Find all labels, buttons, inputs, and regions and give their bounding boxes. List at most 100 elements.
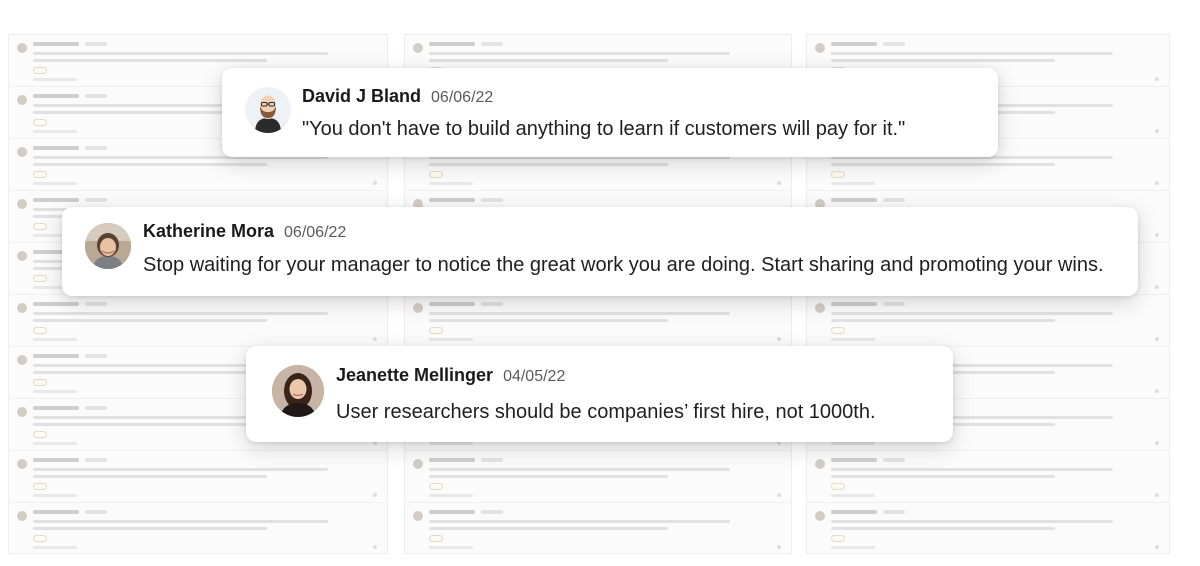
- background-post-react: [33, 275, 47, 282]
- background-post-more: [1155, 233, 1159, 237]
- background-post-reply: [33, 130, 77, 133]
- background-post-name: [33, 302, 79, 306]
- background-post-more: [1155, 129, 1159, 133]
- background-post-avatar: [413, 459, 423, 469]
- background-post-reply: [33, 338, 77, 341]
- background-post-name: [831, 198, 877, 202]
- quote-author: Katherine Mora 06/06/22: [143, 221, 347, 241]
- quote-text: "You don't have to build anything to lea…: [302, 118, 906, 140]
- background-post-more: [373, 181, 377, 185]
- background-post-more: [777, 545, 781, 549]
- background-post-date: [481, 198, 503, 202]
- background-post-date: [883, 42, 905, 46]
- background-post: [807, 295, 1169, 347]
- background-post-more: [1155, 389, 1159, 393]
- background-post-react: [429, 327, 443, 334]
- background-post-line: [33, 52, 328, 55]
- background-post-avatar: [17, 199, 27, 209]
- background-post-name: [831, 458, 877, 462]
- background-post-react: [429, 483, 443, 490]
- background-post-name: [33, 510, 79, 514]
- background-post-line: [33, 475, 268, 478]
- background-post-avatar: [17, 355, 27, 365]
- background-post-react: [831, 535, 845, 542]
- background-post-avatar: [815, 43, 825, 53]
- background-post-date: [85, 94, 107, 98]
- background-post-more: [1155, 285, 1159, 289]
- background-post-more: [1155, 77, 1159, 81]
- background-post-more: [1155, 493, 1159, 497]
- background-post-reply: [33, 78, 77, 81]
- background-post-date: [85, 406, 107, 410]
- background-post-date: [85, 302, 107, 306]
- background-post-more: [1155, 545, 1159, 549]
- quote-card: David J Bland 06/06/22 "You don't have to…: [222, 68, 998, 157]
- background-post-line: [33, 163, 268, 166]
- background-post-avatar: [17, 147, 27, 157]
- background-post: [405, 295, 791, 347]
- background-post-reply: [831, 494, 875, 497]
- background-post-line: [33, 468, 328, 471]
- background-post-more: [1155, 441, 1159, 445]
- background-post-name: [33, 354, 79, 358]
- background-post-line: [429, 319, 669, 322]
- background-post-name: [33, 458, 79, 462]
- background-post-date: [481, 510, 503, 514]
- background-post-avatar: [815, 459, 825, 469]
- woman-photo-avatar: [85, 223, 131, 269]
- background-post-reply: [429, 494, 473, 497]
- background-post-avatar: [815, 303, 825, 313]
- background-post-name: [429, 198, 475, 202]
- background-post-avatar: [17, 511, 27, 521]
- background-post-avatar: [413, 303, 423, 313]
- background-post-avatar: [17, 459, 27, 469]
- background-post-line: [429, 475, 669, 478]
- background-post-reply: [33, 546, 77, 549]
- quote-author: Jeanette Mellinger 04/05/22: [336, 365, 566, 385]
- quote-author: David J Bland 06/06/22: [302, 86, 494, 106]
- background-post-name: [33, 406, 79, 410]
- background-post-name: [429, 302, 475, 306]
- background-post-react: [429, 535, 443, 542]
- background-post-react: [33, 431, 47, 438]
- background-post-avatar: [17, 251, 27, 261]
- background-post-line: [429, 52, 731, 55]
- quote-card: Jeanette Mellinger 04/05/22 User research…: [246, 346, 953, 442]
- background-post-line: [33, 371, 268, 374]
- background-post-avatar: [17, 303, 27, 313]
- background-post-date: [85, 198, 107, 202]
- background-post-reply: [33, 494, 77, 497]
- background-post-reply: [831, 442, 875, 445]
- background-post-reply: [831, 182, 875, 185]
- background-post-line: [33, 527, 268, 530]
- quote-text: User researchers should be companies’ fi…: [336, 401, 876, 423]
- background-post-line: [33, 423, 268, 426]
- background-post-date: [85, 354, 107, 358]
- background-post-date: [883, 510, 905, 514]
- background-post-react: [33, 119, 47, 126]
- background-post-line: [429, 312, 731, 315]
- background-post-avatar: [17, 43, 27, 53]
- background-post-reply: [33, 182, 77, 185]
- background-post-date: [481, 302, 503, 306]
- background-post-date: [481, 42, 503, 46]
- background-post-name: [429, 42, 475, 46]
- background-post-name: [33, 146, 79, 150]
- background-post-line: [831, 312, 1114, 315]
- background-post-line: [33, 59, 268, 62]
- background-post: [9, 503, 387, 553]
- background-post-line: [429, 163, 669, 166]
- background-post-line: [831, 468, 1114, 471]
- background-post-avatar: [17, 95, 27, 105]
- background-post-name: [831, 510, 877, 514]
- background-post-react: [33, 535, 47, 542]
- background-post-reply: [831, 546, 875, 549]
- background-post-more: [777, 337, 781, 341]
- background-post-name: [429, 510, 475, 514]
- background-post-reply: [33, 442, 77, 445]
- background-post-name: [831, 42, 877, 46]
- background-post-more: [1155, 337, 1159, 341]
- background-post-name: [831, 302, 877, 306]
- background-post-more: [373, 337, 377, 341]
- background-post-name: [33, 198, 79, 202]
